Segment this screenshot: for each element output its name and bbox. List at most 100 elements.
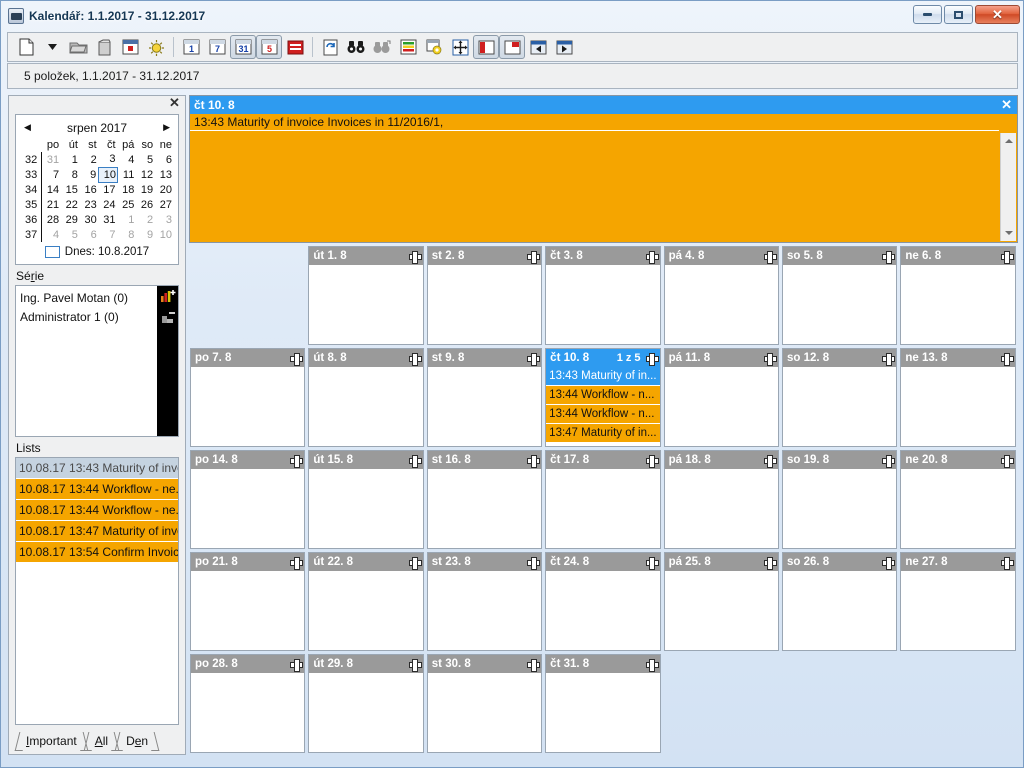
day-header[interactable]: čt 24. 8 xyxy=(546,553,660,571)
mini-calendar-day-cell[interactable]: 15 xyxy=(61,182,80,197)
day-header[interactable]: po 21. 8 xyxy=(191,553,305,571)
mini-calendar-day-cell[interactable]: 4 xyxy=(42,227,61,242)
add-event-plus-icon[interactable] xyxy=(290,352,304,366)
calendar-event[interactable]: 13:47 Maturity of in... xyxy=(546,424,660,443)
add-event-plus-icon[interactable] xyxy=(290,556,304,570)
month-day-cell[interactable]: po 21. 8 xyxy=(189,551,307,653)
add-event-plus-icon[interactable] xyxy=(1000,556,1014,570)
mini-calendar-day-cell[interactable]: 24 xyxy=(99,197,118,212)
day-header[interactable]: pá 18. 8 xyxy=(664,451,778,469)
day-detail-close-icon[interactable]: ✕ xyxy=(1001,97,1012,113)
month-day-cell[interactable]: út 22. 8 xyxy=(307,551,425,653)
find-button[interactable] xyxy=(343,35,369,59)
add-series-icon[interactable] xyxy=(160,289,176,306)
day-header[interactable]: po 14. 8 xyxy=(191,451,305,469)
delete-button[interactable] xyxy=(91,35,117,59)
month-day-cell[interactable]: ne 6. 8 xyxy=(899,245,1017,347)
day-header[interactable]: st 9. 8 xyxy=(427,349,542,367)
mini-calendar-day-cell[interactable]: 29 xyxy=(61,212,80,227)
mini-calendar-day-cell[interactable]: 3 xyxy=(155,212,174,227)
month-day-cell[interactable]: so 5. 8 xyxy=(781,245,899,347)
month-day-cell[interactable]: út 8. 8 xyxy=(307,347,425,449)
prev-period-button[interactable] xyxy=(525,35,551,59)
add-event-plus-icon[interactable] xyxy=(1000,454,1014,468)
month-day-cell[interactable]: út 29. 8 xyxy=(307,653,425,755)
month-day-cell[interactable]: pá 25. 8 xyxy=(663,551,781,653)
month-day-cell[interactable]: čt 24. 8 xyxy=(544,551,662,653)
month-day-cell[interactable]: čt 31. 8 xyxy=(544,653,662,755)
list-item[interactable]: 10.08.17 13:54 Confirm Invoice... xyxy=(16,542,178,563)
day-detail-event[interactable]: 13:43 Maturity of invoice Invoices in 11… xyxy=(190,114,999,131)
month-day-cell[interactable]: ne 20. 8 xyxy=(899,449,1017,551)
add-event-plus-icon[interactable] xyxy=(408,250,422,264)
add-event-plus-icon[interactable] xyxy=(645,556,659,570)
day-header[interactable]: ne 20. 8 xyxy=(901,451,1015,469)
mini-calendar-day-cell[interactable]: 4 xyxy=(118,152,137,167)
mini-calendar-day-cell[interactable]: 8 xyxy=(118,227,137,242)
mini-calendar-day-cell[interactable]: 26 xyxy=(136,197,155,212)
day-header[interactable]: st 23. 8 xyxy=(427,553,542,571)
refresh-button[interactable] xyxy=(317,35,343,59)
add-event-plus-icon[interactable] xyxy=(527,352,541,366)
day-header[interactable]: čt 17. 8 xyxy=(546,451,660,469)
add-event-plus-icon[interactable] xyxy=(408,454,422,468)
month-day-cell[interactable]: út 1. 8 xyxy=(307,245,425,347)
day-header[interactable]: ne 13. 8 xyxy=(901,349,1015,367)
tab-important[interactable]: Important xyxy=(17,732,86,750)
day-header[interactable]: st 16. 8 xyxy=(427,451,542,469)
new-document-dropdown[interactable] xyxy=(39,35,65,59)
add-event-plus-icon[interactable] xyxy=(645,250,659,264)
day-header[interactable]: so 5. 8 xyxy=(782,247,897,265)
color-legend-button[interactable] xyxy=(395,35,421,59)
month-day-cell[interactable]: ne 27. 8 xyxy=(899,551,1017,653)
add-event-plus-icon[interactable] xyxy=(645,352,659,366)
add-event-plus-icon[interactable] xyxy=(527,454,541,468)
mini-calendar-day-cell[interactable]: 6 xyxy=(155,152,174,167)
add-event-plus-icon[interactable] xyxy=(763,454,777,468)
mini-calendar-day-cell[interactable]: 23 xyxy=(80,197,99,212)
mini-calendar-day-cell[interactable]: 25 xyxy=(118,197,137,212)
tab-all[interactable]: All xyxy=(86,732,117,750)
add-event-plus-icon[interactable] xyxy=(763,250,777,264)
add-event-plus-icon[interactable] xyxy=(645,658,659,672)
month-day-cell[interactable]: po 14. 8 xyxy=(189,449,307,551)
mini-calendar-day-cell[interactable]: 9 xyxy=(136,227,155,242)
layout-right-button[interactable] xyxy=(499,35,525,59)
scroll-up-button[interactable] xyxy=(1001,133,1016,149)
mini-calendar-day-cell[interactable]: 7 xyxy=(99,227,118,242)
add-event-plus-icon[interactable] xyxy=(1000,250,1014,264)
add-event-plus-icon[interactable] xyxy=(408,352,422,366)
mini-calendar-day-cell[interactable]: 6 xyxy=(80,227,99,242)
add-event-plus-icon[interactable] xyxy=(882,250,896,264)
lists-box[interactable]: 10.08.17 13:43 Maturity of invo... 10.08.… xyxy=(15,457,179,725)
mini-calendar-day-cell[interactable]: 31 xyxy=(99,212,118,227)
day-header[interactable]: pá 4. 8 xyxy=(664,247,778,265)
mini-calendar-day-cell[interactable]: 5 xyxy=(136,152,155,167)
find-next-button[interactable] xyxy=(369,35,395,59)
day-header[interactable]: ne 6. 8 xyxy=(901,247,1015,265)
calendar-event[interactable]: 13:44 Workflow - n... xyxy=(546,405,660,424)
day-detail-scrollbar[interactable] xyxy=(1000,133,1016,241)
scroll-down-button[interactable] xyxy=(1001,225,1016,241)
tab-den[interactable]: Den xyxy=(117,732,157,750)
calendar-event[interactable]: 13:43 Maturity of in... xyxy=(546,367,660,386)
view-list-button[interactable] xyxy=(282,35,308,59)
mini-calendar-day-cell[interactable]: 30 xyxy=(80,212,99,227)
add-event-plus-icon[interactable] xyxy=(763,556,777,570)
month-day-cell[interactable]: čt 3. 8 xyxy=(544,245,662,347)
mini-calendar-day-cell[interactable]: 3 xyxy=(99,152,118,167)
calendar-button[interactable] xyxy=(117,35,143,59)
series-list[interactable]: Ing. Pavel Motan (0) Administrator 1 (0) xyxy=(16,286,157,436)
day-header[interactable]: ne 27. 8 xyxy=(901,553,1015,571)
remove-series-icon[interactable] xyxy=(160,310,176,327)
view-workweek-button[interactable]: 5 xyxy=(256,35,282,59)
mini-calendar-day-cell[interactable]: 19 xyxy=(136,182,155,197)
mini-calendar-day-cell[interactable]: 5 xyxy=(61,227,80,242)
list-item[interactable]: 10.08.17 13:44 Workflow - ne... xyxy=(16,479,178,500)
month-day-cell[interactable]: pá 11. 8 xyxy=(663,347,781,449)
mini-calendar-today-cell[interactable]: 10 xyxy=(98,166,119,183)
mini-calendar-day-cell[interactable]: 20 xyxy=(155,182,174,197)
next-month-icon[interactable]: ▶ xyxy=(163,122,170,133)
calendar-event[interactable]: 13:44 Workflow - n... xyxy=(546,386,660,405)
month-day-cell[interactable]: út 15. 8 xyxy=(307,449,425,551)
